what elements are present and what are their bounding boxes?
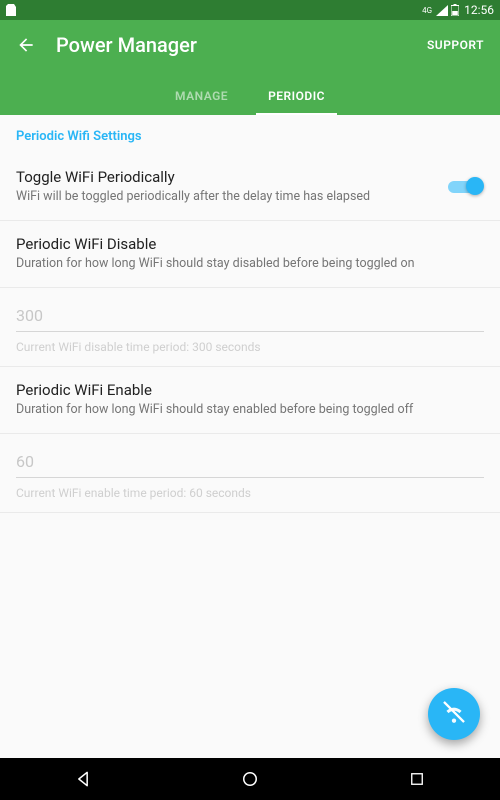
toggle-wifi-row[interactable]: Toggle WiFi Periodically WiFi will be to…	[0, 154, 500, 221]
app-title: Power Manager	[56, 33, 427, 57]
cellular-icon	[436, 5, 448, 16]
tab-bar: MANAGE PERIODIC	[0, 70, 500, 115]
battery-icon	[451, 4, 459, 16]
enable-hint: Current WiFi enable time period: 60 seco…	[16, 486, 484, 500]
disable-desc: Duration for how long WiFi should stay d…	[16, 256, 484, 273]
disable-hint: Current WiFi disable time period: 300 se…	[16, 340, 484, 354]
enable-value-row[interactable]: 60 Current WiFi enable time period: 60 s…	[0, 434, 500, 513]
nav-recent[interactable]	[377, 758, 457, 800]
content: Periodic Wifi Settings Toggle WiFi Perio…	[0, 115, 500, 513]
clock: 12:56	[464, 3, 494, 17]
section-header: Periodic Wifi Settings	[0, 115, 500, 154]
toggle-wifi-desc: WiFi will be toggled periodically after …	[16, 189, 432, 206]
support-button[interactable]: SUPPORT	[427, 38, 484, 52]
enable-value: 60	[16, 452, 484, 478]
nav-bar	[0, 758, 500, 800]
nav-back[interactable]	[43, 758, 123, 800]
disable-title: Periodic WiFi Disable	[16, 235, 484, 253]
network-label: 4G	[422, 6, 432, 15]
toggle-wifi-title: Toggle WiFi Periodically	[16, 168, 432, 186]
wifi-off-icon	[441, 699, 467, 729]
disable-value-row[interactable]: 300 Current WiFi disable time period: 30…	[0, 288, 500, 367]
app-bar: Power Manager SUPPORT MANAGE PERIODIC	[0, 20, 500, 115]
tab-manage[interactable]: MANAGE	[155, 89, 248, 115]
enable-desc: Duration for how long WiFi should stay e…	[16, 402, 484, 419]
nav-home[interactable]	[210, 758, 290, 800]
enable-row[interactable]: Periodic WiFi Enable Duration for how lo…	[0, 367, 500, 434]
disable-value: 300	[16, 306, 484, 332]
enable-title: Periodic WiFi Enable	[16, 381, 484, 399]
tab-periodic[interactable]: PERIODIC	[248, 89, 345, 115]
sim-icon	[6, 4, 16, 16]
back-button[interactable]	[16, 35, 36, 55]
toggle-wifi-switch[interactable]	[448, 177, 484, 197]
status-bar: 4G 12:56	[0, 0, 500, 20]
fab-button[interactable]	[428, 688, 480, 740]
disable-row[interactable]: Periodic WiFi Disable Duration for how l…	[0, 221, 500, 288]
